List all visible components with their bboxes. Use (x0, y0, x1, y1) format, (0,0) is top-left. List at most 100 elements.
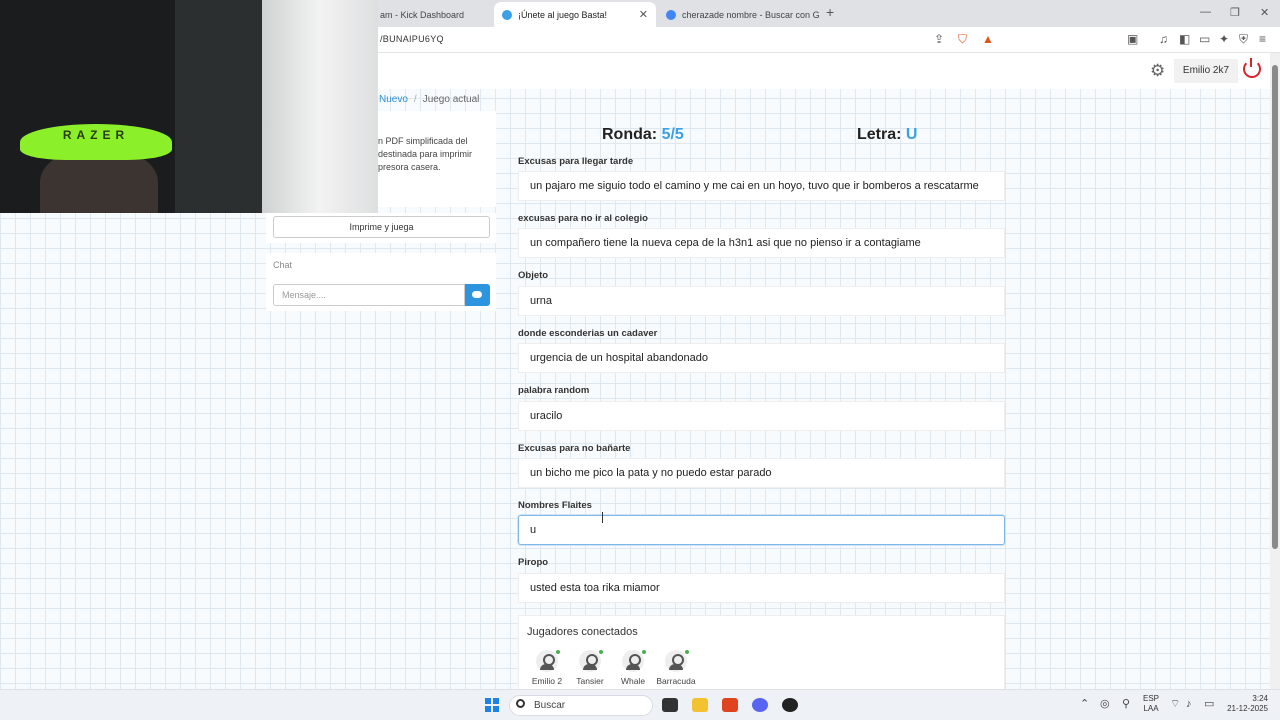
user-icon (536, 650, 560, 672)
app-icon[interactable] (782, 698, 798, 712)
windows-start-icon[interactable] (485, 698, 499, 712)
online-dot (642, 650, 646, 654)
brave-shield-icon[interactable]: ⛉ (958, 32, 967, 46)
round-indicator: Ronda: 5/5 (602, 126, 684, 144)
online-dot (556, 650, 560, 654)
player-name: Whale (620, 676, 646, 686)
breadcrumb: Nuevo / Juego actual (379, 94, 479, 105)
round-label: Ronda: (602, 126, 658, 143)
screenshot-icon[interactable]: ▣ (1127, 32, 1138, 46)
chat-title: Chat (273, 260, 293, 270)
user-menu[interactable]: Emilio 2k7 (1174, 59, 1238, 83)
tab-kick-dashboard[interactable]: am - Kick Dashboard (372, 2, 490, 27)
user-icon (579, 650, 603, 672)
connected-players-panel: Jugadores conectados Emilio 2 Tansier Wh… (518, 615, 1005, 689)
print-and-play-button[interactable]: Imprime y juega (273, 216, 490, 238)
share-icon[interactable]: ⇪ (934, 32, 944, 46)
taskbar-search[interactable]: Buscar (509, 695, 653, 716)
menu-icon[interactable]: ≡ (1259, 32, 1266, 46)
vpn-icon[interactable]: ⛨ (1239, 32, 1248, 46)
brave-browser-icon[interactable] (722, 698, 738, 712)
field-input-cadaver[interactable]: urgencia de un hospital abandonado (518, 343, 1005, 373)
sidebar-icon[interactable]: ◧ (1179, 32, 1190, 46)
google-icon (666, 9, 676, 20)
field-input-banarte[interactable]: un bicho me pico la pata y no puedo esta… (518, 458, 1005, 488)
window-close-icon[interactable]: ✕ (1260, 6, 1269, 19)
tray-network-icon[interactable]: ◎ (1100, 698, 1110, 710)
field-input-colegio[interactable]: un compañero tiene la nueva cepa de la h… (518, 228, 1005, 258)
webcam-headset: RAZER (20, 124, 172, 160)
chat-message-input[interactable]: Mensaje.... (273, 284, 465, 306)
field-input-objeto[interactable]: urna (518, 286, 1005, 316)
tray-battery-icon[interactable]: ▭ (1204, 698, 1214, 710)
page-scrollbar[interactable] (1270, 53, 1280, 689)
clock-time: 3:24 (1252, 694, 1268, 703)
text-cursor (602, 512, 603, 523)
field-label-piropo: Piropo (518, 557, 549, 568)
field-label-palabra-random: palabra random (518, 385, 590, 396)
new-tab-button[interactable]: + (826, 4, 834, 20)
webcam-background-wall (262, 0, 378, 213)
clock-date: 21-12-2025 (1227, 704, 1268, 713)
field-input-nombres-flaites[interactable]: u (518, 515, 1005, 545)
restore-icon[interactable]: ❐ (1230, 6, 1240, 19)
globe-icon (502, 9, 512, 20)
scrollbar-thumb[interactable] (1272, 65, 1278, 549)
field-label-llegar-tarde: Excusas para llegar tarde (518, 156, 634, 167)
player-name: Barracuda (656, 676, 696, 686)
tray-mic-icon[interactable]: ⚲ (1122, 698, 1130, 710)
power-icon[interactable] (1243, 58, 1261, 78)
address-bar[interactable]: /BUNAIPU6YQ (380, 34, 444, 44)
search-icon (516, 699, 525, 708)
letter-indicator: Letra: U (857, 126, 917, 144)
tray-wifi-icon[interactable]: ⌔ (1170, 698, 1180, 710)
field-input-palabra-random[interactable]: uracilo (518, 401, 1005, 431)
minimize-icon[interactable]: — (1200, 6, 1211, 18)
media-icon[interactable]: ♫ (1159, 32, 1168, 46)
user-icon (622, 650, 646, 672)
letter-label: Letra: (857, 126, 902, 143)
field-label-cadaver: donde esconderias un cadaver (518, 328, 658, 339)
task-view-icon[interactable] (662, 698, 678, 712)
rewards-icon[interactable]: ▲ (982, 32, 994, 46)
player-name: Emilio 2 (531, 676, 563, 686)
field-input-llegar-tarde[interactable]: un pajaro me siguio todo el camino y me … (518, 171, 1005, 201)
online-dot (599, 650, 603, 654)
field-label-colegio: excusas para no ir al colegio (518, 213, 648, 224)
headset-brand-text: RAZER (62, 128, 130, 142)
leo-icon[interactable]: ✦ (1219, 32, 1229, 46)
print-info-text: n PDF simplificada del destinada para im… (378, 136, 473, 172)
system-clock[interactable]: 3:24 21-12-2025 (1222, 694, 1268, 714)
player-item: Tansier (570, 650, 610, 686)
breadcrumb-separator: / (413, 94, 417, 105)
taskbar: Buscar ⌃ ◎ ⚲ ESP LAA ⌔ ♪ ▭ 3:24 21-12-20… (0, 689, 1280, 720)
settings-gear-icon[interactable]: ⚙ (1150, 61, 1165, 81)
webcam-background-shelf (175, 0, 265, 213)
player-item: Whale (613, 650, 653, 686)
language-code: ESP (1143, 694, 1160, 703)
player-name: Tansier (576, 676, 604, 686)
field-input-piropo[interactable]: usted esta toa rika miamor (518, 573, 1005, 603)
letter-value: U (905, 126, 918, 143)
file-explorer-icon[interactable] (692, 698, 708, 712)
wallet-icon[interactable]: ▭ (1199, 32, 1210, 46)
tab-google-search[interactable]: cherazade nombre - Buscar con Goo ✕ (658, 2, 820, 27)
breadcrumb-link-nuevo[interactable]: Nuevo (379, 94, 408, 105)
language-layout: LAA (1143, 704, 1159, 713)
print-info-card: n PDF simplificada del destinada para im… (366, 111, 496, 207)
chat-send-icon[interactable] (465, 284, 490, 306)
round-value: 5/5 (661, 126, 684, 143)
breadcrumb-current: Juego actual (422, 94, 480, 105)
tray-volume-icon[interactable]: ♪ (1186, 698, 1192, 710)
tray-chevron-icon[interactable]: ⌃ (1080, 698, 1089, 710)
close-tab-icon[interactable]: ✕ (631, 8, 648, 21)
field-label-nombres-flaites: Nombres Flaites (518, 500, 592, 511)
player-item: Emilio 2 (527, 650, 567, 686)
language-indicator[interactable]: ESP LAA (1143, 694, 1159, 714)
webcam-overlay: RAZER (0, 0, 378, 213)
tab-label: ¡Únete al juego Basta! (518, 9, 608, 20)
discord-icon[interactable] (752, 698, 768, 712)
tab-label: am - Kick Dashboard (380, 9, 465, 20)
field-label-objeto: Objeto (518, 270, 549, 281)
tab-basta-game[interactable]: ¡Únete al juego Basta! ✕ (494, 2, 656, 27)
